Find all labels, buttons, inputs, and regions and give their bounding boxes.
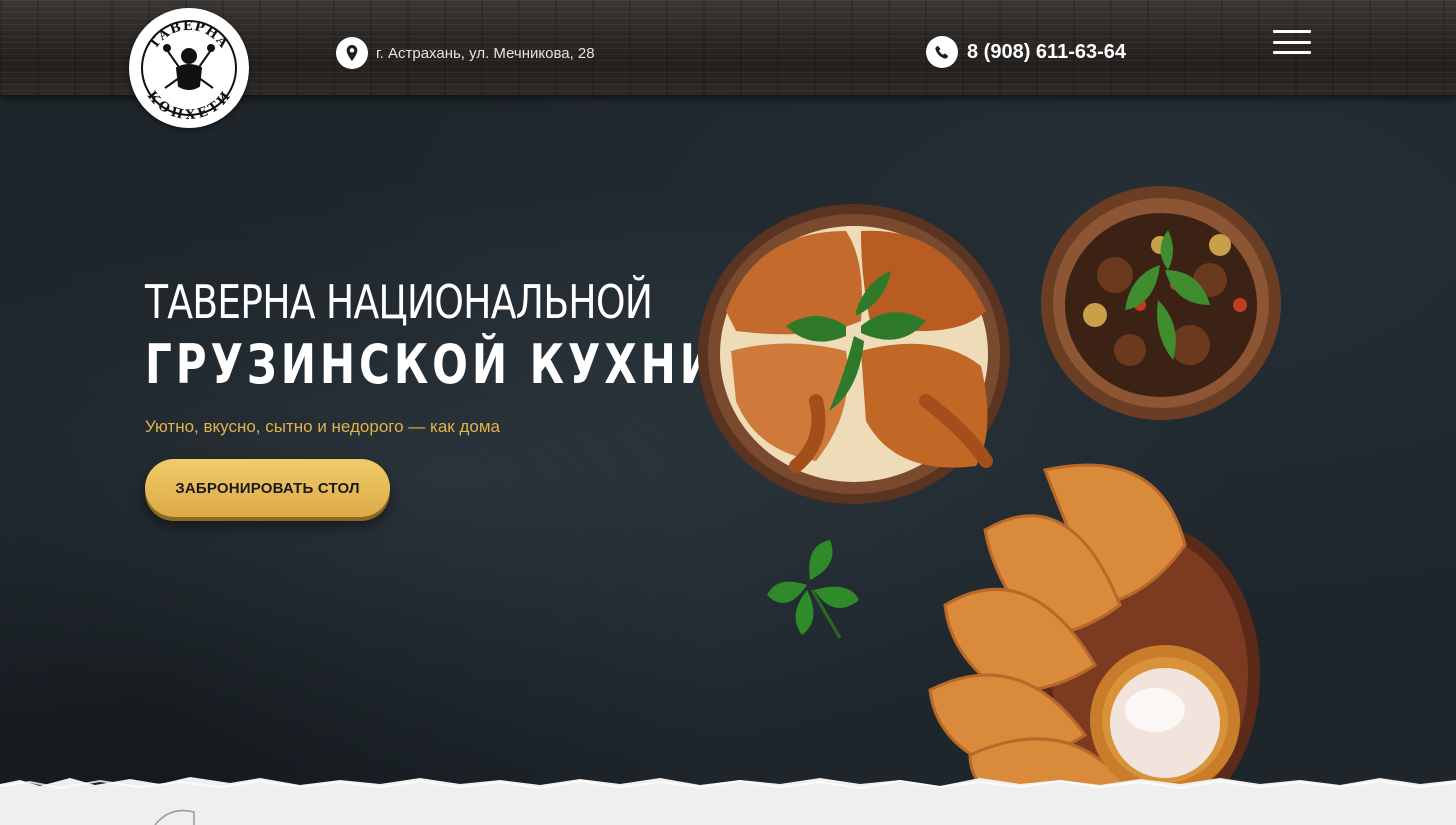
address-text: г. Астрахань, ул. Мечникова, 28 (376, 44, 595, 62)
menu-bar (1273, 30, 1311, 33)
menu-bar (1273, 40, 1311, 44)
hero-title-line1: ТАВЕРНА НАЦИОНАЛЬНОЙ (145, 275, 653, 329)
address-block[interactable]: г. Астрахань, ул. Мечникова, 28 (336, 37, 595, 69)
phone-number: 8 (908) 611-63-64 (967, 40, 1127, 63)
svg-text:КОПХЕТИ: КОПХЕТИ (144, 89, 234, 123)
hero-title-line2: ГРУЗИНСКОЙ КУХНИ (145, 333, 719, 396)
site-logo[interactable]: ТАВЕРНА КОПХЕТИ (129, 8, 249, 128)
phone-block[interactable]: 8 (908) 611-63-64 (926, 36, 1126, 68)
svg-text:ТАВЕРНА: ТАВЕРНА (147, 19, 232, 52)
stew-bowl-image (1040, 185, 1282, 421)
menu-bar (1273, 51, 1311, 54)
hamburger-menu-icon[interactable] (1273, 30, 1311, 54)
logo-text-top: ТАВЕРНА (147, 19, 231, 52)
map-pin-icon (336, 37, 368, 69)
hero-subtitle: Уютно, вкусно, сытно и недорого — как до… (145, 417, 500, 436)
phone-icon (926, 36, 958, 68)
book-table-button[interactable]: ЗАБРОНИРОВАТЬ СТОЛ (145, 459, 390, 517)
torn-edge-divider (0, 777, 1456, 825)
logo-figure-icon (163, 44, 215, 90)
logo-text-bottom: КОПХЕТИ (144, 89, 233, 123)
hero-section: ТАВЕРНА НАЦИОНАЛЬНОЙ ГРУЗИНСКОЙ КУХНИ Ую… (0, 95, 1456, 787)
parsley-image (762, 540, 862, 640)
chebureki-plate-image (920, 455, 1265, 787)
decorative-illustration-icon (154, 809, 195, 825)
